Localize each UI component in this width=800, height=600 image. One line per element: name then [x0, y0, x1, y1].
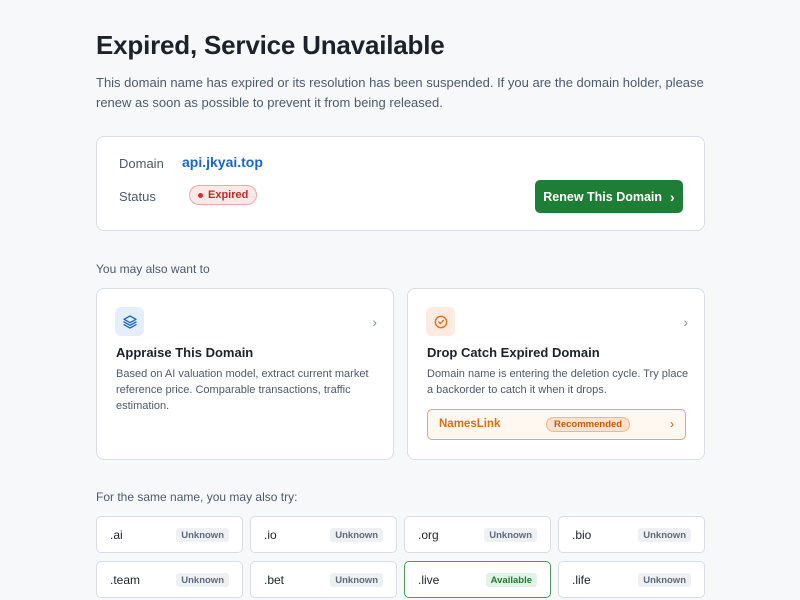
domain-value[interactable]: api.jkyai.top	[182, 154, 263, 170]
status-badge-text: Expired	[208, 189, 249, 201]
tld-status-badge: Available	[485, 573, 537, 587]
chevron-right-icon: ›	[670, 188, 675, 205]
tld-option[interactable]: .life Unknown	[558, 561, 705, 598]
drop-catch-card[interactable]: › Drop Catch Expired Domain Domain name …	[407, 288, 705, 460]
tld-status-badge: Unknown	[330, 528, 383, 542]
tld-name: .team	[110, 573, 141, 587]
drop-catch-card-title: Drop Catch Expired Domain	[427, 345, 600, 360]
appraise-domain-card[interactable]: › Appraise This Domain Based on AI valua…	[96, 288, 394, 460]
tld-name: .org	[418, 528, 439, 542]
tld-status-badge: Unknown	[330, 573, 383, 587]
status-label: Status	[119, 189, 156, 204]
tld-status-badge: Unknown	[176, 573, 229, 587]
tld-option[interactable]: .live Available	[404, 561, 551, 598]
chevron-right-icon: ›	[670, 417, 674, 431]
provider-name: NamesLink	[439, 418, 501, 430]
page-title: Expired, Service Unavailable	[96, 30, 445, 60]
status-badge: Expired	[189, 185, 258, 205]
page-subtitle: This domain name has expired or its reso…	[96, 75, 704, 110]
tld-option[interactable]: .team Unknown	[96, 561, 243, 598]
tld-name: .bio	[572, 528, 592, 542]
layers-icon	[115, 307, 144, 336]
appraise-card-description: Based on AI valuation model, extract cur…	[116, 368, 369, 412]
tld-status-badge: Unknown	[176, 528, 229, 542]
tld-name: .live	[418, 573, 440, 587]
tld-name: .io	[264, 528, 277, 542]
chevron-right-icon: ›	[372, 314, 377, 330]
status-dot-icon	[198, 192, 203, 198]
suggestions-section-label: You may also want to	[96, 262, 210, 276]
tld-name: .life	[572, 573, 591, 587]
renew-domain-button[interactable]: Renew This Domain ›	[535, 180, 683, 213]
tld-status-badge: Unknown	[638, 573, 691, 587]
alternatives-section-label: For the same name, you may also try:	[96, 490, 298, 504]
tld-option[interactable]: .bet Unknown	[250, 561, 397, 598]
chevron-right-icon: ›	[683, 314, 688, 330]
renew-button-label: Renew This Domain	[543, 189, 663, 204]
tld-name: .bet	[264, 573, 285, 587]
recommended-badge: Recommended	[546, 417, 631, 432]
tld-option[interactable]: .bio Unknown	[558, 516, 705, 553]
appraise-card-title: Appraise This Domain	[116, 345, 254, 360]
check-circle-icon	[426, 307, 455, 336]
tld-option[interactable]: .ai Unknown	[96, 516, 243, 553]
tld-option[interactable]: .io Unknown	[250, 516, 397, 553]
domain-info-card: Domain api.jkyai.top Status Expired Rene…	[96, 136, 705, 231]
tld-status-badge: Unknown	[638, 528, 691, 542]
domain-label: Domain	[119, 156, 164, 171]
drop-catch-card-description: Domain name is entering the deletion cyc…	[427, 368, 689, 396]
nameslink-provider-button[interactable]: NamesLink Recommended ›	[427, 409, 686, 440]
tld-name: .ai	[110, 528, 123, 542]
tld-option[interactable]: .org Unknown	[404, 516, 551, 553]
tld-status-badge: Unknown	[484, 528, 537, 542]
